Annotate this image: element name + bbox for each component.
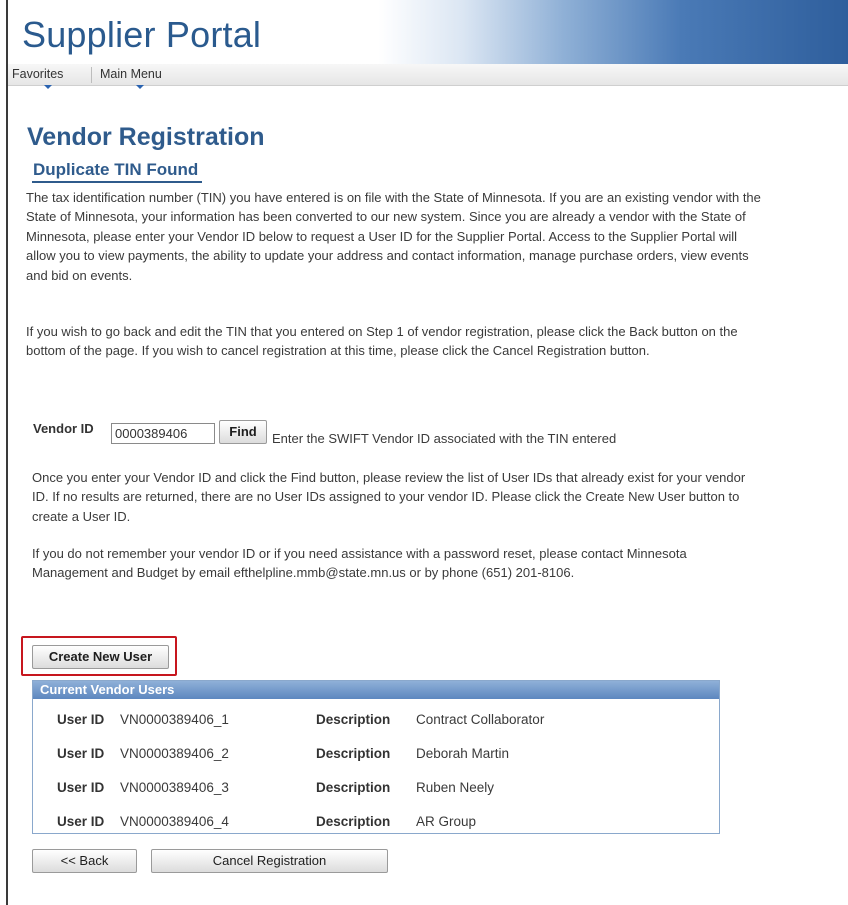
portal-window: Supplier Portal Favorites Main Menu Vend… <box>6 0 848 905</box>
table-row: User ID VN0000389406_1 Description Contr… <box>33 712 719 732</box>
description-value: Deborah Martin <box>416 746 510 761</box>
find-button[interactable]: Find <box>219 420 267 444</box>
favorites-menu[interactable]: Favorites <box>12 67 64 89</box>
vendor-id-label: Vendor ID <box>33 421 94 436</box>
description-label: Description <box>316 814 391 829</box>
cancel-registration-button[interactable]: Cancel Registration <box>151 849 388 873</box>
vendor-id-input[interactable] <box>111 423 215 444</box>
menu-bar: Favorites Main Menu <box>8 64 848 89</box>
table-row: User ID VN0000389406_3 Description Ruben… <box>33 780 719 800</box>
chevron-down-icon <box>136 85 144 89</box>
chevron-down-icon <box>44 85 52 89</box>
description-label: Description <box>316 780 391 795</box>
user-id-label: User ID <box>57 746 105 761</box>
section-title: Duplicate TIN Found <box>32 160 203 183</box>
grid-header: Current Vendor Users <box>33 681 719 699</box>
menu-divider <box>91 67 92 83</box>
main-menu-label: Main Menu <box>100 67 162 81</box>
portal-title: Supplier Portal <box>22 14 262 55</box>
favorites-menu-label: Favorites <box>12 67 64 81</box>
user-id-label: User ID <box>57 780 105 795</box>
user-id-value: VN0000389406_1 <box>120 712 229 727</box>
back-cancel-paragraph: If you wish to go back and edit the TIN … <box>26 324 738 359</box>
header-banner: Supplier Portal <box>8 0 848 64</box>
description-value: Contract Collaborator <box>416 712 545 727</box>
user-id-value: VN0000389406_4 <box>120 814 229 829</box>
main-menu[interactable]: Main Menu <box>100 67 162 89</box>
description-label: Description <box>316 712 391 727</box>
description-value: AR Group <box>416 814 477 829</box>
vendor-id-help-text: Enter the SWIFT Vendor ID associated wit… <box>272 431 617 446</box>
intro-paragraph: The tax identification number (TIN) you … <box>26 190 761 283</box>
description-value: Ruben Neely <box>416 780 495 795</box>
back-button[interactable]: << Back <box>32 849 137 873</box>
description-label: Description <box>316 746 391 761</box>
user-id-label: User ID <box>57 712 105 727</box>
table-row: User ID VN0000389406_2 Description Debor… <box>33 746 719 766</box>
contact-instructions: If you do not remember your vendor ID or… <box>32 546 687 581</box>
user-id-value: VN0000389406_3 <box>120 780 229 795</box>
table-row: User ID VN0000389406_4 Description AR Gr… <box>33 814 719 834</box>
user-id-value: VN0000389406_2 <box>120 746 229 761</box>
current-vendor-users-grid: Current Vendor Users User ID VN000038940… <box>32 680 720 834</box>
create-new-user-button[interactable]: Create New User <box>32 645 169 669</box>
page-title: Vendor Registration <box>27 123 265 151</box>
find-instructions: Once you enter your Vendor ID and click … <box>32 470 746 524</box>
user-id-label: User ID <box>57 814 105 829</box>
